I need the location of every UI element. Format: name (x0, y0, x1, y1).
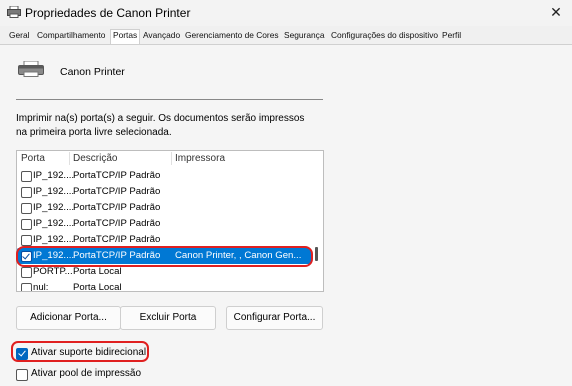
description-cell: PortaTCP/IP Padrão (73, 186, 161, 197)
bidirectional-highlight-outline (11, 341, 149, 362)
description-cell: PortaTCP/IP Padrão (73, 202, 161, 213)
port-cell: PORTP... (33, 266, 73, 277)
column-header-descricao[interactable]: Descrição (73, 153, 117, 164)
port-cell: IP_192.... (33, 218, 75, 229)
description-cell: Porta Local (73, 266, 122, 277)
tab-compartilhamento[interactable]: Compartilhamento (37, 30, 105, 40)
column-header-impressora[interactable]: Impressora (175, 153, 225, 164)
port-cell: nul: (33, 282, 49, 292)
tab-avancado[interactable]: Avançado (143, 30, 180, 40)
pooling-checkbox[interactable] (16, 369, 28, 381)
configure-port-button[interactable]: Configurar Porta... (226, 306, 323, 330)
printer-name: Canon Printer (60, 66, 125, 78)
description-cell: PortaTCP/IP Padrão (73, 234, 161, 245)
port-list[interactable]: Porta Descrição Impressora IP_192.... Po… (16, 150, 324, 292)
description-cell: PortaTCP/IP Padrão (73, 170, 161, 181)
table-row[interactable]: IP_192.... PortaTCP/IP Padrão (17, 184, 311, 200)
table-row[interactable]: IP_192.... PortaTCP/IP Padrão (17, 200, 311, 216)
tab-geral[interactable]: Geral (9, 30, 29, 40)
port-cell: IP_192.... (33, 170, 75, 181)
divider (16, 99, 323, 100)
port-checkbox[interactable] (21, 187, 32, 198)
column-header-porta[interactable]: Porta (21, 153, 45, 164)
column-divider (171, 152, 172, 165)
port-checkbox[interactable] (21, 219, 32, 230)
port-checkbox[interactable] (21, 203, 32, 214)
port-cell: IP_192.... (33, 202, 75, 213)
tab-perfil[interactable]: Perfil (442, 30, 461, 40)
tab-gerenciamento-de-cores[interactable]: Gerenciamento de Cores (185, 30, 279, 40)
tab-seguranca[interactable]: Segurança (284, 30, 325, 40)
add-port-button[interactable]: Adicionar Porta... (16, 306, 121, 330)
port-checkbox[interactable] (21, 267, 32, 278)
port-cell: IP_192.... (33, 234, 75, 245)
tab-strip: Geral Compartilhamento Portas Avançado G… (0, 28, 572, 45)
description-cell: Porta Local (73, 282, 122, 292)
title-bar: Propriedades de Canon Printer ✕ (0, 0, 572, 26)
port-checkbox[interactable] (21, 171, 32, 182)
window-title: Propriedades de Canon Printer (25, 6, 191, 20)
ports-panel: Canon Printer Imprimir na(s) porta(s) a … (0, 45, 572, 386)
table-row[interactable]: IP_192.... PortaTCP/IP Padrão (17, 168, 311, 184)
port-cell: IP_192.... (33, 186, 75, 197)
port-description-text: Imprimir na(s) porta(s) a seguir. Os doc… (16, 113, 305, 138)
printer-app-icon (7, 6, 21, 18)
tab-portas[interactable]: Portas (110, 29, 141, 44)
table-row[interactable]: IP_192.... PortaTCP/IP Padrão (17, 216, 311, 232)
delete-port-button[interactable]: Excluir Porta (120, 306, 216, 330)
close-icon[interactable]: ✕ (545, 2, 567, 22)
column-divider (69, 152, 70, 165)
description-cell: PortaTCP/IP Padrão (73, 218, 161, 229)
printer-icon (18, 61, 44, 77)
tab-configuracoes-do-dispositivo[interactable]: Configurações do dispositivo (331, 30, 438, 40)
table-row[interactable]: nul: Porta Local (17, 280, 311, 292)
pooling-label: Ativar pool de impressão (31, 368, 142, 379)
port-checkbox[interactable] (21, 235, 32, 246)
port-checkbox[interactable] (21, 283, 32, 291)
selection-highlight-outline (16, 246, 313, 267)
scrollbar-thumb[interactable] (315, 247, 318, 261)
